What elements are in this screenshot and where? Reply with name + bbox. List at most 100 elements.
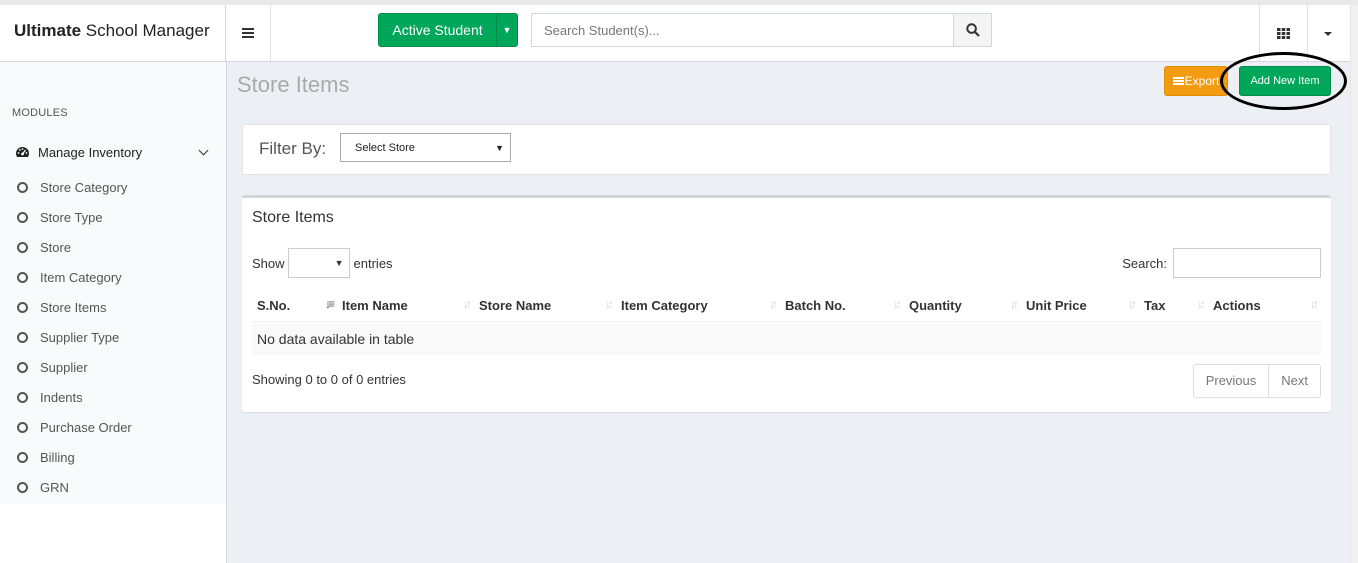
column-header-label: Tax [1144, 298, 1166, 313]
sidebar-item[interactable]: Store Category [0, 172, 226, 202]
column-header[interactable]: Store Name ↓↑ [474, 294, 616, 321]
box-title: Store Items [252, 209, 334, 226]
sidebar-item[interactable]: GRN [0, 472, 226, 502]
sidebar-item[interactable]: Store [0, 232, 226, 262]
dashboard-icon [16, 147, 29, 157]
sort-icon: ↓↑ [1310, 297, 1319, 311]
next-page-button[interactable]: Next [1268, 365, 1320, 397]
page-scrollbar[interactable] [1350, 5, 1358, 563]
sidebar-item-label: Indents [40, 389, 83, 405]
store-items-box: Store Items Show ▼ entries Search: S.No.… [242, 195, 1331, 412]
column-header[interactable]: Batch No. ↓↑ [780, 294, 904, 321]
app-name-bold: Ultimate [14, 21, 82, 40]
student-search [531, 13, 992, 47]
caret-down-icon [1323, 32, 1332, 36]
column-header-label: Store Name [479, 298, 552, 313]
column-header[interactable]: Quantity ↓↑ [904, 294, 1021, 321]
sort-icon: ↓↑ [893, 297, 902, 311]
export-button[interactable]: Export [1164, 66, 1228, 96]
circle-icon [17, 331, 28, 343]
column-header[interactable]: Actions ↓↑ [1208, 294, 1321, 321]
table-info: Showing 0 to 0 of 0 entries [252, 372, 406, 387]
circle-icon [17, 391, 28, 403]
grid-icon [1277, 27, 1290, 39]
column-header-label: Actions [1213, 298, 1261, 313]
list-icon [1172, 80, 1184, 82]
hamburger-icon [242, 32, 254, 34]
sort-icon: ↓↑ [769, 297, 778, 311]
app-logo[interactable]: Ultimate School Manager [0, 5, 226, 61]
sidebar-group-manage-inventory[interactable]: Manage Inventory [0, 132, 226, 172]
store-select-value: Select Store [355, 142, 415, 154]
sort-icon: ↓↑ [1128, 297, 1137, 311]
sidebar-item[interactable]: Billing [0, 442, 226, 472]
empty-table-row: No data available in table [252, 323, 1321, 355]
column-header-label: Item Name [342, 298, 408, 313]
sidebar-item-label: Billing [40, 449, 75, 465]
sort-icon: ↓↑ [463, 297, 472, 311]
user-menu-dropdown[interactable] [1307, 5, 1347, 61]
chevron-down-icon [198, 145, 209, 156]
sidebar-item[interactable]: Purchase Order [0, 412, 226, 442]
column-header-label: Item Category [621, 298, 708, 313]
column-header-label: Unit Price [1026, 298, 1087, 313]
entries-select[interactable]: ▼ [287, 248, 350, 278]
sidebar-item-label: Item Category [40, 269, 122, 285]
sidebar-item-label: Store Category [40, 179, 128, 195]
table-search: Search: [1122, 248, 1321, 278]
caret-down-icon[interactable]: ▼ [497, 25, 517, 35]
show-label: Show [252, 255, 285, 271]
column-header-label: S.No. [257, 298, 291, 313]
sort-ascending-icon: ↓≡ [324, 297, 335, 311]
entries-label: entries [353, 255, 393, 271]
page-title: Store Items [237, 72, 350, 97]
sidebar-item-label: Store Items [40, 299, 107, 315]
column-header[interactable]: Tax ↓↑ [1139, 294, 1208, 321]
search-icon [965, 23, 980, 37]
circle-icon [17, 181, 28, 193]
column-header[interactable]: S.No. ↓≡ [252, 294, 337, 321]
filter-panel: Filter By: Select Store ▼ [242, 124, 1331, 175]
sidebar-item[interactable]: Item Category [0, 262, 226, 292]
caret-down-icon: ▼ [495, 143, 504, 153]
sidebar-item-label: Store [40, 239, 72, 255]
sidebar-item[interactable]: Supplier Type [0, 322, 226, 352]
circle-icon [17, 361, 28, 373]
table-header: S.No. ↓≡ Item Name ↓↑ Store Name ↓↑ Item Categ… [252, 294, 1321, 322]
sidebar-item-label: Supplier [40, 359, 88, 375]
circle-icon [17, 241, 28, 253]
active-student-button[interactable]: Active Student ▼ [378, 13, 518, 47]
sort-icon: ↓↑ [605, 297, 614, 311]
active-student-label: Active Student [379, 14, 497, 46]
sidebar-item-label: GRN [40, 479, 69, 495]
table-search-input[interactable] [1173, 248, 1321, 278]
sidebar-item-label: Store Type [40, 209, 103, 225]
search-button[interactable] [953, 14, 991, 46]
circle-icon [17, 451, 28, 463]
export-label: Export [1184, 74, 1220, 88]
column-header[interactable]: Item Category ↓↑ [616, 294, 780, 321]
column-header-label: Quantity [909, 298, 962, 313]
circle-icon [17, 421, 28, 433]
sidebar-item[interactable]: Indents [0, 382, 226, 412]
top-navbar: Ultimate School Manager Active Student ▼ [0, 0, 1358, 62]
filter-label: Filter By: [259, 139, 327, 158]
sidebar-section-label: MODULES [12, 107, 68, 119]
sidebar-item[interactable]: Store Type [0, 202, 226, 232]
caret-down-icon: ▼ [334, 258, 344, 268]
circle-icon [17, 271, 28, 283]
sidebar-item[interactable]: Store Items [0, 292, 226, 322]
store-select[interactable]: Select Store ▼ [340, 133, 511, 162]
column-header-label: Batch No. [785, 298, 846, 313]
column-header[interactable]: Unit Price ↓↑ [1021, 294, 1139, 321]
sidebar-item[interactable]: Supplier [0, 352, 226, 382]
student-search-input[interactable] [532, 14, 953, 46]
circle-icon [17, 301, 28, 313]
sort-icon: ↓↑ [1010, 297, 1019, 311]
circle-icon [17, 211, 28, 223]
sidebar-toggle-button[interactable] [226, 5, 271, 61]
entries-length-control: Show ▼ entries [252, 248, 393, 278]
column-header[interactable]: Item Name ↓↑ [337, 294, 474, 321]
previous-page-button[interactable]: Previous [1194, 365, 1269, 397]
pagination: Previous Next [1192, 364, 1321, 398]
